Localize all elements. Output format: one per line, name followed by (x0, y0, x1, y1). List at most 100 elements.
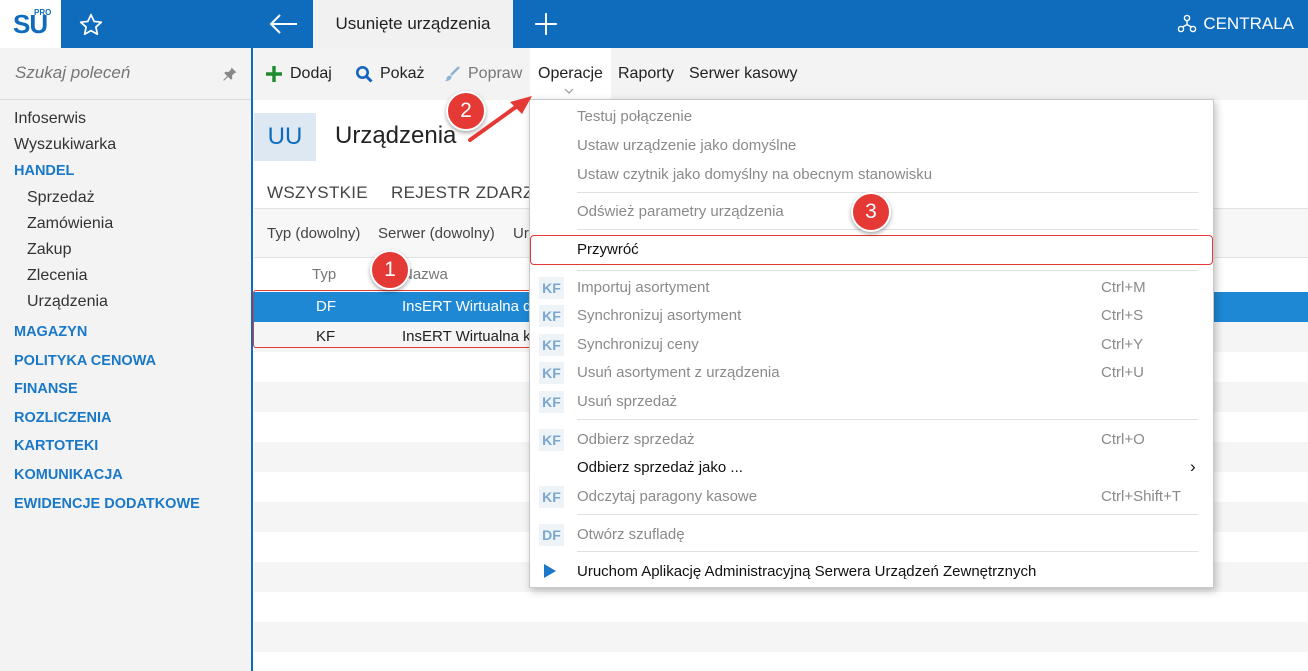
menu-item-remove-sales[interactable]: KF Usuń sprzedaż (530, 388, 1213, 416)
sidebar-item-infoserwis[interactable]: Infoserwis (0, 106, 251, 132)
menu-item-label: Odbierz sprzedaż jako ... (577, 459, 743, 476)
kf-badge-icon: KF (539, 334, 564, 356)
menu-separator (577, 192, 1198, 193)
sidebar-nav: Infoserwis Wyszukiwarka HANDEL Sprzedaż … (0, 106, 251, 518)
show-button[interactable]: Pokaż (355, 48, 424, 100)
kf-badge-icon: KF (539, 277, 564, 299)
menu-item-shortcut: Ctrl+O (1101, 431, 1145, 448)
menu-item-receive-sales-as[interactable]: Odbierz sprzedaż jako ... › (530, 454, 1213, 482)
search-input[interactable] (15, 63, 215, 83)
kf-badge-icon: KF (539, 486, 564, 508)
sidebar-section-finanse[interactable]: FINANSE (0, 375, 251, 404)
add-label: Dodaj (290, 65, 332, 82)
top-bar: SU PRO Usunięte urządzenia CENTRALA (0, 0, 1308, 48)
menu-item-shortcut: Ctrl+Shift+T (1101, 488, 1182, 505)
back-arrow-icon[interactable] (267, 12, 299, 36)
menu-separator (577, 514, 1198, 515)
cash-server-button[interactable]: Serwer kasowy (689, 48, 797, 100)
sidebar-item-zakup[interactable]: Zakup (0, 237, 251, 263)
menu-item-label: Importuj asortyment (577, 279, 710, 296)
add-button[interactable]: Dodaj (265, 48, 332, 100)
menu-item-label: Odśwież parametry urządzenia (577, 203, 784, 220)
reports-button[interactable]: Raporty (618, 48, 674, 100)
sidebar-item-wyszukiwarka[interactable]: Wyszukiwarka (0, 132, 251, 158)
logo-pro-label: PRO (34, 8, 52, 17)
search-row (0, 48, 251, 100)
filter-server[interactable]: Serwer (dowolny) (378, 225, 495, 242)
plus-green-icon (266, 66, 282, 82)
menu-item-label: Synchronizuj ceny (577, 336, 699, 353)
chevron-down-icon (564, 88, 574, 94)
star-icon[interactable] (78, 12, 104, 38)
page-title: Urządzenia (335, 122, 457, 149)
sidebar: Infoserwis Wyszukiwarka HANDEL Sprzedaż … (0, 48, 253, 671)
cash-server-label: Serwer kasowy (689, 65, 798, 82)
app-logo[interactable]: SU PRO (0, 0, 61, 48)
brush-icon (444, 66, 460, 82)
chevron-right-icon: › (1190, 457, 1196, 476)
tab-event-register[interactable]: REJESTR ZDARZE (391, 183, 545, 203)
tab-deleted-devices[interactable]: Usunięte urządzenia (313, 0, 513, 48)
sidebar-section-handel[interactable]: HANDEL (0, 158, 251, 185)
sidebar-section-komunikacja[interactable]: KOMUNIKACJA (0, 461, 251, 490)
menu-item-import-assortment[interactable]: KF Importuj asortyment Ctrl+M (530, 274, 1213, 302)
kf-badge-icon: KF (539, 429, 564, 451)
sidebar-section-polityka-cenowa[interactable]: POLITYKA CENOWA (0, 347, 251, 376)
sidebar-section-kartoteki[interactable]: KARTOTEKI (0, 432, 251, 461)
centrala-button[interactable]: CENTRALA (1177, 14, 1294, 34)
module-badge: UU (254, 113, 316, 161)
annotation-badge-1: 1 (370, 250, 410, 290)
menu-item-sync-prices[interactable]: KF Synchronizuj ceny Ctrl+Y (530, 331, 1213, 359)
toolbar: Dodaj Pokaż Popraw Operacje Raporty Serw… (254, 48, 1308, 100)
menu-item-test-connection[interactable]: Testuj połączenie (530, 103, 1213, 131)
menu-item-set-default-reader[interactable]: Ustaw czytnik jako domyślny na obecnym s… (530, 161, 1213, 189)
menu-item-set-default-device[interactable]: Ustaw urządzenie jako domyślne (530, 132, 1213, 160)
sidebar-item-zamowienia[interactable]: Zamówienia (0, 211, 251, 237)
menu-separator (577, 270, 1198, 271)
kf-badge-icon: KF (539, 305, 564, 327)
menu-item-label: Testuj połączenie (577, 108, 693, 125)
show-label: Pokaż (380, 65, 425, 82)
sidebar-section-magazyn[interactable]: MAGAZYN (0, 318, 251, 347)
menu-separator (577, 551, 1198, 552)
menu-item-sync-assortment[interactable]: KF Synchronizuj asortyment Ctrl+S (530, 302, 1213, 330)
menu-item-label: Usuń asortyment z urządzenia (577, 364, 780, 381)
column-header-type[interactable]: Typ (312, 266, 336, 283)
sidebar-item-urzadzenia[interactable]: Urządzenia (0, 289, 251, 315)
menu-separator (577, 229, 1198, 230)
filter-device[interactable]: Ur (513, 225, 529, 242)
sidebar-section-rozliczenia[interactable]: ROZLICZENIA (0, 404, 251, 433)
network-icon (1178, 14, 1197, 33)
menu-item-run-admin-app[interactable]: Uruchom Aplikację Administracyjną Serwer… (530, 558, 1213, 586)
annotation-rows-highlight (253, 290, 532, 348)
annotation-badge-3: 3 (851, 192, 891, 232)
empty-row (254, 622, 1308, 652)
menu-item-label: Odczytaj paragony kasowe (577, 488, 758, 505)
menu-item-label: Usuń sprzedaż (577, 393, 678, 410)
operations-label: Operacje (538, 65, 603, 82)
filter-type[interactable]: Typ (dowolny) (267, 225, 360, 242)
kf-badge-icon: KF (539, 391, 564, 413)
menu-item-label: Otwórz szufladę (577, 526, 685, 543)
pin-icon[interactable] (222, 66, 238, 82)
edit-label: Popraw (468, 65, 523, 82)
menu-item-read-receipts[interactable]: KF Odczytaj paragony kasowe Ctrl+Shift+T (530, 483, 1213, 511)
menu-separator (577, 419, 1198, 420)
menu-item-remove-assortment[interactable]: KF Usuń asortyment z urządzenia Ctrl+U (530, 359, 1213, 387)
menu-item-shortcut: Ctrl+S (1101, 307, 1144, 324)
menu-item-label: Synchronizuj asortyment (577, 307, 742, 324)
plus-icon[interactable] (533, 11, 559, 37)
reports-label: Raporty (618, 65, 675, 82)
sidebar-section-ewidencje[interactable]: EWIDENCJE DODATKOWE (0, 490, 251, 519)
sidebar-item-zlecenia[interactable]: Zlecenia (0, 263, 251, 289)
sidebar-item-sprzedaz[interactable]: Sprzedaż (0, 185, 251, 211)
menu-item-open-drawer[interactable]: DF Otwórz szufladę (530, 521, 1213, 549)
play-icon (544, 564, 556, 578)
tab-all[interactable]: WSZYSTKIE (267, 183, 368, 203)
menu-item-receive-sales[interactable]: KF Odbierz sprzedaż Ctrl+O (530, 426, 1213, 454)
annotation-arrow-icon (468, 96, 532, 142)
menu-item-label: Odbierz sprzedaż (577, 431, 695, 448)
menu-item-label: Ustaw urządzenie jako domyślne (577, 137, 797, 154)
centrala-label: CENTRALA (1203, 14, 1294, 33)
menu-item-shortcut: Ctrl+M (1101, 279, 1146, 296)
